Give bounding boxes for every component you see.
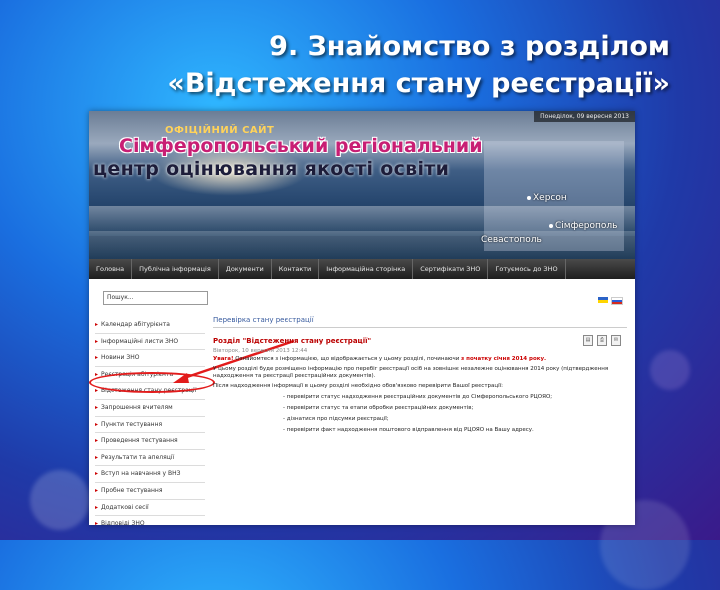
map-city-sevastopol: Севастополь <box>481 235 542 245</box>
map-city-kherson: Херсон <box>527 193 567 203</box>
website-screenshot: Понеділок, 09 вересня 2013 ОФІЦІЙНИЙ САЙ… <box>89 111 635 525</box>
flag-ru-icon[interactable] <box>611 297 623 305</box>
search-input[interactable]: Пошук... <box>103 291 208 305</box>
current-date: Понеділок, 09 вересня 2013 <box>534 111 635 122</box>
flag-ua-icon[interactable] <box>598 297 608 303</box>
page-title: Перевірка стану реєстрації <box>213 316 627 328</box>
main-nav: Головна Публічна інформація Документи Ко… <box>89 259 635 279</box>
list-item: - перевірити статус надходження реєстрац… <box>283 394 553 400</box>
nav-item-info-page[interactable]: Інформаційна сторінка <box>319 259 414 279</box>
sidebar-item-results[interactable]: Результати та апеляції <box>95 450 205 467</box>
site-brand-line-1: Сімферопольський регіональний <box>119 135 483 157</box>
sidebar-item-answers[interactable]: Відповіді ЗНО <box>95 516 205 525</box>
nav-item-certificates[interactable]: Сертифікати ЗНО <box>413 259 489 279</box>
section-title: Розділ "Відстеження стану реєстрації" <box>213 337 372 345</box>
list-item: - перевірити статус та етапи обробки реє… <box>283 405 474 411</box>
nav-item-home[interactable]: Головна <box>89 259 133 279</box>
main-content: Перевірка стану реєстрації Розділ "Відст… <box>213 316 627 434</box>
site-banner: Понеділок, 09 вересня 2013 ОФІЦІЙНИЙ САЙ… <box>89 111 635 259</box>
site-brand-line-2: центр оцінювання якості освіти <box>93 158 450 180</box>
sidebar-item-calendar[interactable]: Календар абітурієнта <box>95 317 205 334</box>
sidebar-item-test-points[interactable]: Пункти тестування <box>95 417 205 434</box>
sidebar-item-extra-sessions[interactable]: Додаткові сесії <box>95 500 205 517</box>
list-item: - дізнатися про підсумки реєстрації; <box>283 416 389 422</box>
paragraph-3: Після надходження інформації в цьому роз… <box>213 382 504 389</box>
nav-item-prepare[interactable]: Готуємось до ЗНО <box>488 259 566 279</box>
nav-item-contacts[interactable]: Контакти <box>272 259 320 279</box>
paragraph-1: Увага! Ознайомтеся з інформацією, що від… <box>213 356 547 362</box>
map-city-simferopol: Сімферополь <box>549 221 617 231</box>
sidebar-item-testing[interactable]: Проведення тестування <box>95 433 205 450</box>
sidebar-item-teachers[interactable]: Запрошення вчителям <box>95 400 205 417</box>
nav-item-public-info[interactable]: Публічна інформація <box>132 259 219 279</box>
language-switcher <box>598 297 623 305</box>
slide-title: 9. Знайомство з розділом «Відстеження ст… <box>150 28 670 102</box>
list-item: - перевірити факт надходження поштового … <box>283 427 534 433</box>
article-date: Вівторок, 10 вересня 2013 12:44 <box>213 348 308 354</box>
sidebar-item-trial-test[interactable]: Пробне тестування <box>95 483 205 500</box>
slide-title-line-2: «Відстеження стану реєстрації» <box>167 68 670 99</box>
nav-item-documents[interactable]: Документи <box>219 259 272 279</box>
paragraph-2: У цьому розділі буде розміщено інформаці… <box>213 365 609 380</box>
slide-title-line-1: 9. Знайомство з розділом <box>269 31 670 62</box>
sidebar-item-admission[interactable]: Вступ на навчання у ВНЗ <box>95 466 205 483</box>
